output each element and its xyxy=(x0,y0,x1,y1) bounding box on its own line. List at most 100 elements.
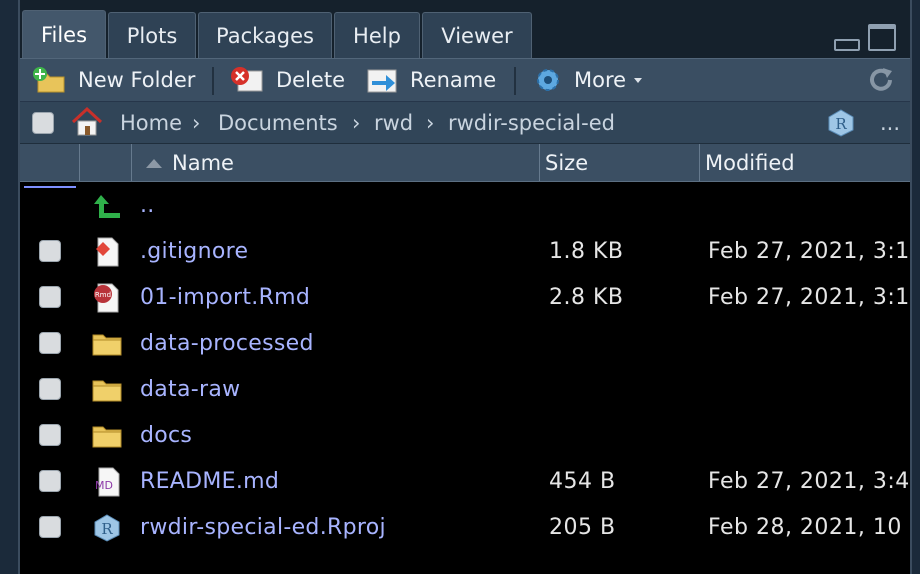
new-folder-icon xyxy=(33,67,65,93)
header-name-label: Name xyxy=(172,150,234,175)
header-size-label: Size xyxy=(545,150,589,175)
table-row[interactable]: MD README.md 454 B Feb 27, 2021, 3:4 xyxy=(20,458,910,504)
header-name[interactable]: Name xyxy=(132,144,540,181)
breadcrumb-home-label: Home xyxy=(120,111,183,135)
file-name-link[interactable]: data-processed xyxy=(140,320,314,366)
rmd-file-icon-text: Rmd xyxy=(95,291,111,299)
tab-files[interactable]: Files xyxy=(22,10,106,58)
row-checkbox[interactable] xyxy=(39,286,61,308)
maximize-icon[interactable] xyxy=(868,24,896,51)
row-checkbox[interactable] xyxy=(39,424,61,446)
git-file-icon xyxy=(90,236,124,268)
table-row[interactable]: Rmd 01-import.Rmd 2.8 KB Feb 27, 2021, 3… xyxy=(20,274,910,320)
breadcrumb-label: rwd xyxy=(374,111,414,135)
minimize-icon[interactable] xyxy=(834,39,860,51)
select-all-checkbox[interactable] xyxy=(32,112,54,134)
new-folder-button[interactable]: New Folder xyxy=(32,59,195,101)
file-name-link[interactable]: README.md xyxy=(140,458,279,504)
tab-bar: Files Plots Packages Help Viewer xyxy=(20,0,910,58)
folder-icon xyxy=(90,374,124,406)
up-arrow-icon xyxy=(90,190,124,222)
breadcrumb-label: Documents xyxy=(218,111,338,135)
tab-help[interactable]: Help xyxy=(334,12,420,58)
breadcrumb-home[interactable]: Home xyxy=(120,102,182,144)
tab-plots[interactable]: Plots xyxy=(108,12,196,58)
breadcrumb-current[interactable]: rwdir-special-ed xyxy=(448,102,615,144)
dropdown-caret-icon xyxy=(634,78,643,83)
table-row[interactable]: .gitignore 1.8 KB Feb 27, 2021, 3:1 xyxy=(20,228,910,274)
refresh-icon xyxy=(870,68,892,91)
more-path-label: ... xyxy=(880,111,901,135)
rproj-file-icon: R xyxy=(90,512,124,544)
tab-label: Help xyxy=(353,23,401,48)
files-toolbar: New Folder Delete Rename More xyxy=(20,58,910,102)
table-row[interactable]: docs xyxy=(20,412,910,458)
breadcrumb-label: rwdir-special-ed xyxy=(448,111,615,135)
row-checkbox[interactable] xyxy=(39,470,61,492)
files-pane: Files Plots Packages Help Viewer New Fol… xyxy=(18,0,912,574)
table-row[interactable]: data-raw xyxy=(20,366,910,412)
breadcrumb-documents[interactable]: Documents xyxy=(218,102,338,144)
md-file-icon-text: MD xyxy=(95,479,113,492)
row-checkbox[interactable] xyxy=(39,516,61,538)
file-name-link[interactable]: 01-import.Rmd xyxy=(140,274,310,320)
chevron-right-icon: › xyxy=(426,111,435,135)
tab-packages[interactable]: Packages xyxy=(198,12,332,58)
header-icon-column xyxy=(80,144,132,181)
file-name-link[interactable]: docs xyxy=(140,412,192,458)
file-modified: Feb 27, 2021, 3:4 xyxy=(708,468,910,494)
file-name-link[interactable]: .gitignore xyxy=(140,228,248,274)
tab-label: Plots xyxy=(126,23,178,48)
breadcrumb-rwd[interactable]: rwd xyxy=(374,102,413,144)
sort-ascending-icon xyxy=(146,158,162,168)
tab-viewer[interactable]: Viewer xyxy=(422,12,532,58)
table-row[interactable]: data-processed xyxy=(20,320,910,366)
row-checkbox[interactable] xyxy=(39,240,61,262)
rename-icon xyxy=(367,69,397,93)
table-row[interactable]: R rwdir-special-ed.Rproj 205 B Feb 28, 2… xyxy=(20,504,910,550)
tab-label: Files xyxy=(40,22,88,47)
file-size: 205 B xyxy=(549,514,616,540)
rename-label: Rename xyxy=(410,68,497,92)
header-size[interactable]: Size xyxy=(540,144,700,181)
tab-label: Packages xyxy=(216,23,314,48)
new-folder-label: New Folder xyxy=(78,68,196,92)
file-size: 454 B xyxy=(549,468,616,494)
header-modified[interactable]: Modified xyxy=(700,144,910,181)
more-label: More xyxy=(574,68,627,92)
delete-label: Delete xyxy=(276,68,345,92)
folder-icon xyxy=(90,420,124,452)
more-path-button[interactable]: ... xyxy=(880,102,900,144)
rmd-file-icon: Rmd xyxy=(90,282,124,314)
delete-icon xyxy=(231,67,263,92)
row-checkbox[interactable] xyxy=(39,378,61,400)
chevron-right-icon: › xyxy=(192,111,201,135)
file-size: 2.8 KB xyxy=(549,284,624,310)
header-checkbox-column xyxy=(20,144,80,181)
refresh-button[interactable] xyxy=(866,59,906,101)
more-button[interactable]: More xyxy=(532,59,660,101)
tab-label: Viewer xyxy=(441,23,513,48)
gear-icon xyxy=(537,69,559,91)
breadcrumb: Home › Documents › rwd › rwdir-special-e… xyxy=(20,102,910,144)
rproj-file-icon-letter: R xyxy=(101,520,113,538)
rename-button[interactable]: Rename xyxy=(366,59,496,101)
toolbar-divider xyxy=(212,67,214,95)
file-name-link[interactable]: rwdir-special-ed.Rproj xyxy=(140,504,386,550)
file-size: 1.8 KB xyxy=(549,238,624,264)
file-modified: Feb 27, 2021, 3:1 xyxy=(708,284,910,310)
chevron-right-icon: › xyxy=(352,111,361,135)
file-modified: Feb 27, 2021, 3:1 xyxy=(708,238,910,264)
toolbar-divider xyxy=(514,67,516,95)
file-name-link[interactable]: .. xyxy=(140,182,155,228)
window-controls xyxy=(834,24,896,51)
delete-button[interactable]: Delete xyxy=(230,59,345,101)
folder-icon xyxy=(90,328,124,360)
row-checkbox[interactable] xyxy=(39,332,61,354)
md-file-icon: MD xyxy=(90,466,124,498)
table-row-parent[interactable]: .. xyxy=(20,182,910,228)
file-name-link[interactable]: data-raw xyxy=(140,366,240,412)
file-modified: Feb 28, 2021, 10 xyxy=(708,514,902,540)
home-icon[interactable] xyxy=(70,106,104,138)
r-project-icon[interactable]: R xyxy=(826,108,856,138)
